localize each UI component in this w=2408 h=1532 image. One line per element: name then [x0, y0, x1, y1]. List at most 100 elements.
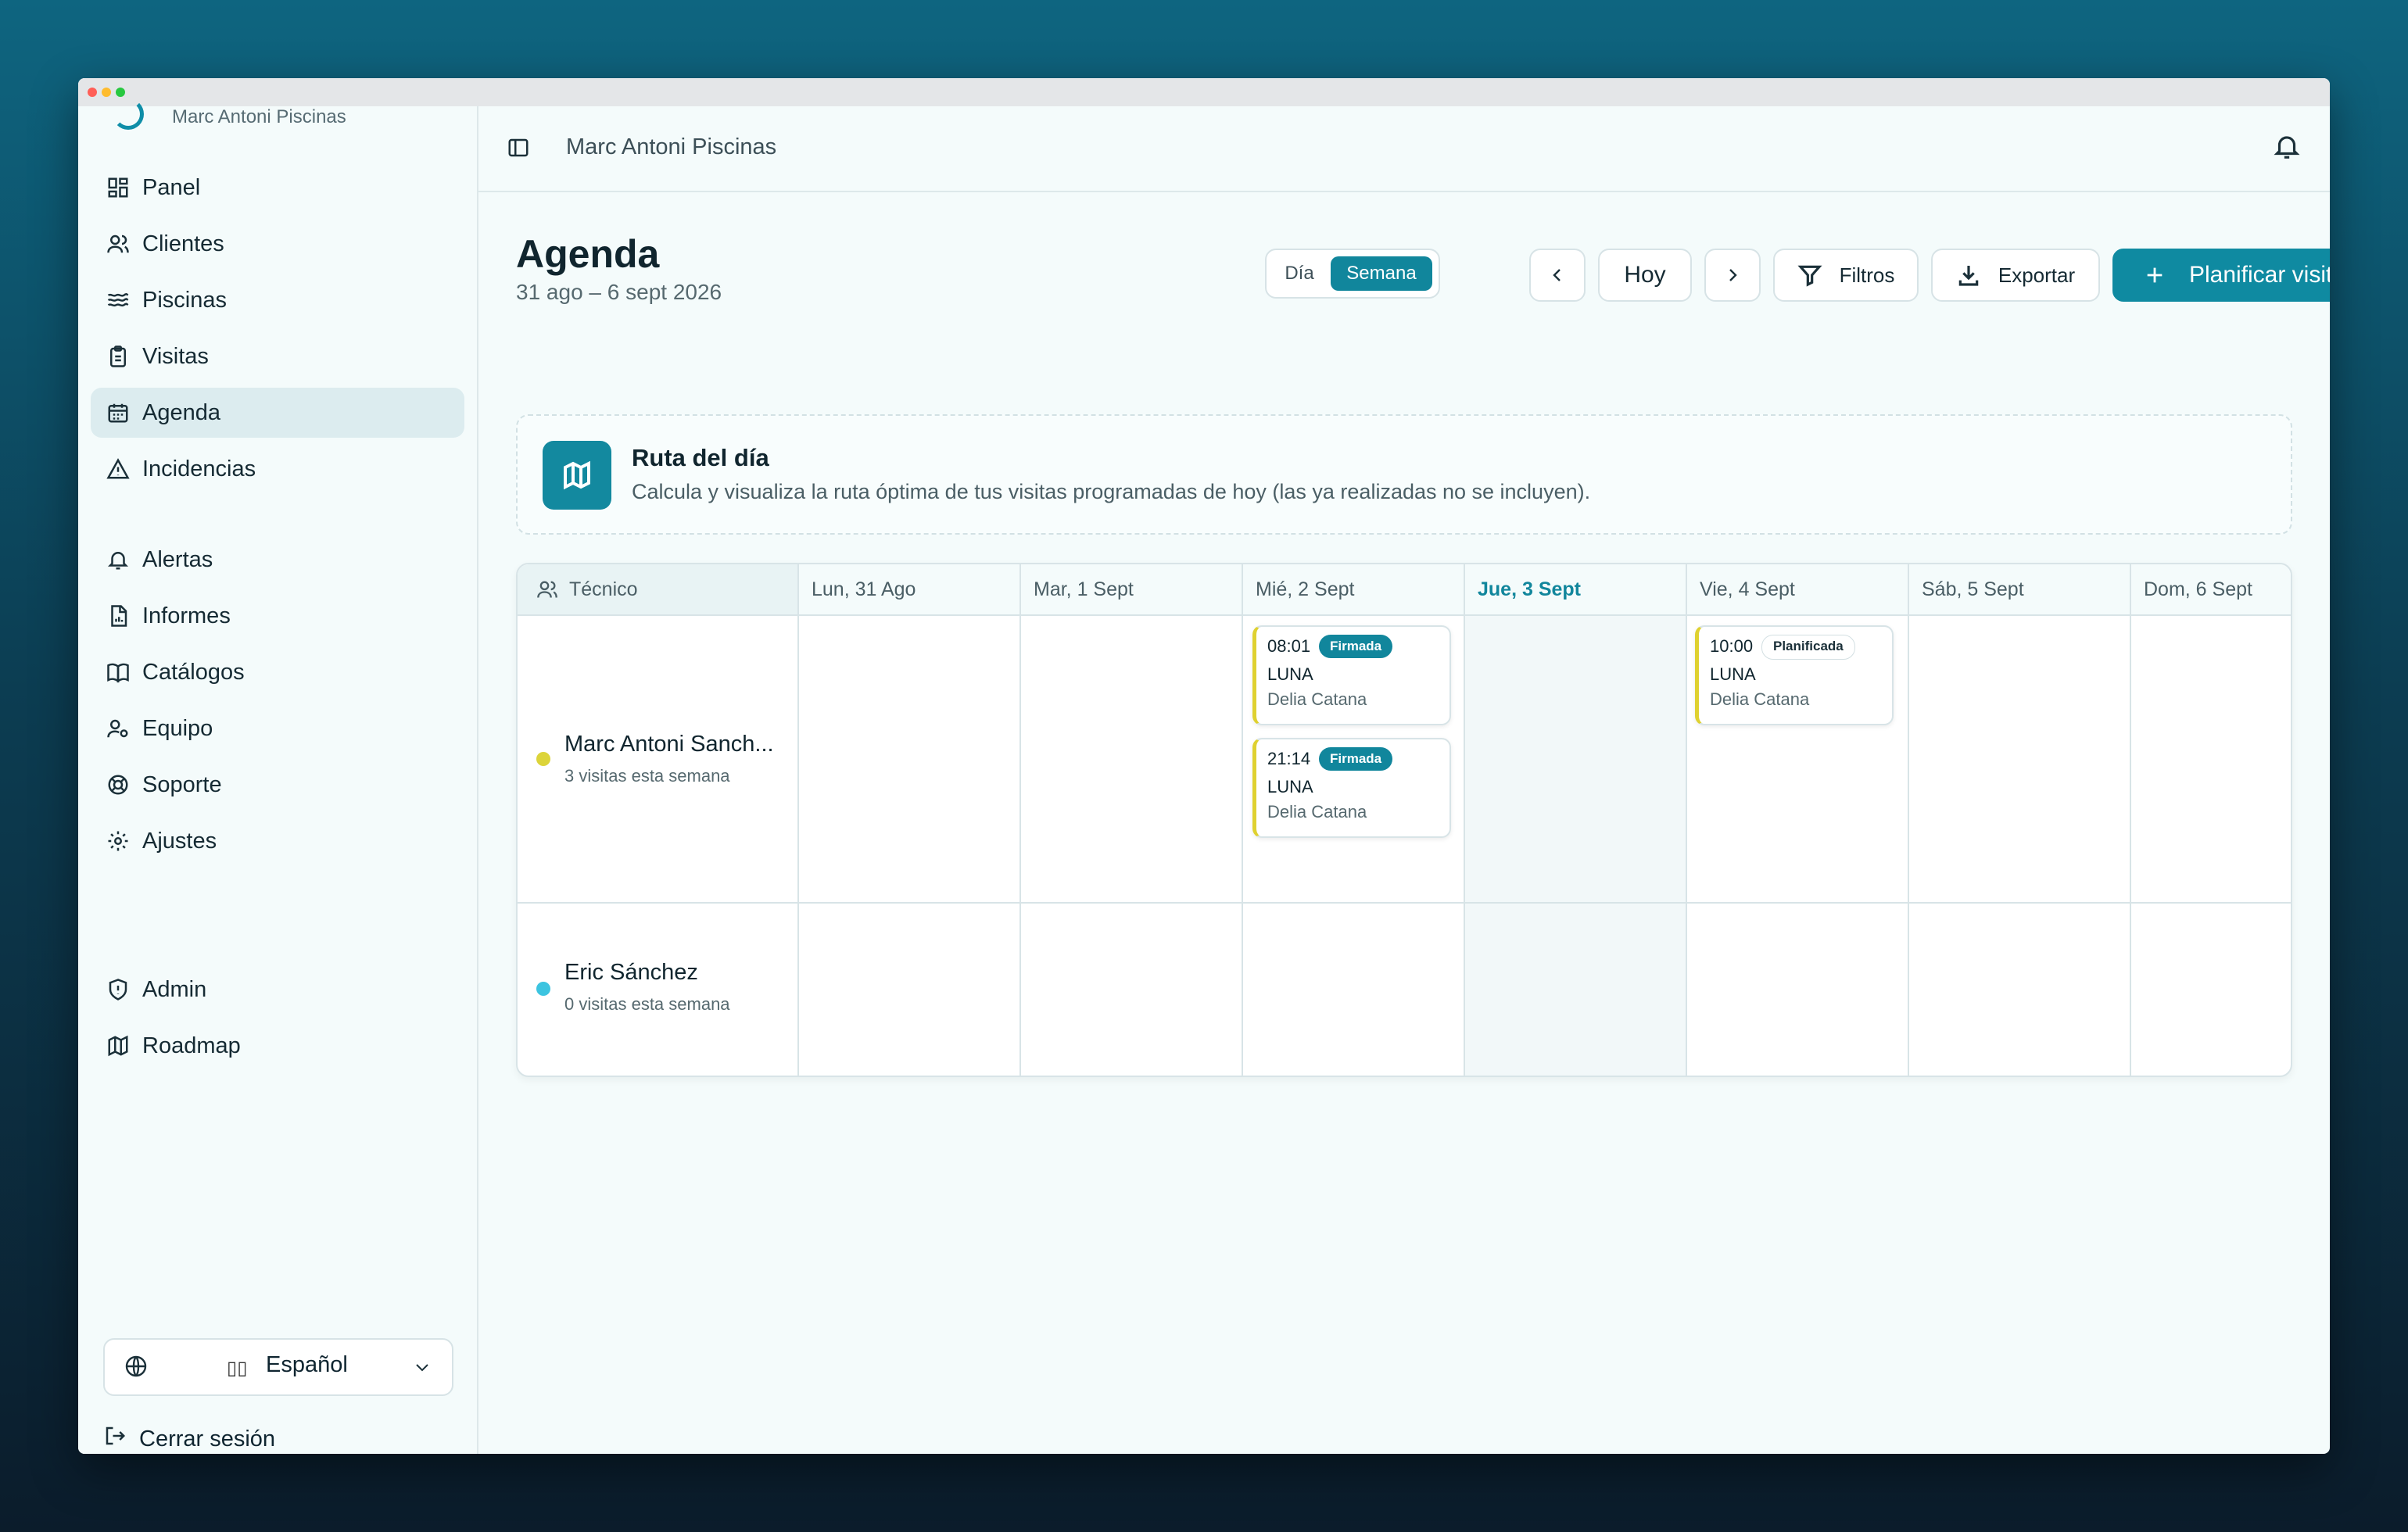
sidebar-item-label: Ajustes	[142, 828, 217, 854]
visit-pool: LUNA	[1267, 777, 1313, 796]
notifications-bell-icon[interactable]	[2272, 131, 2302, 165]
sidebar-item-label: Clientes	[142, 231, 224, 256]
sidebar-item-label: Alertas	[142, 546, 213, 572]
flag-icon: ▯▯	[227, 1358, 248, 1379]
grid-line	[1019, 564, 1021, 1076]
technician-row[interactable]: Marc Antoni Sanch... 3 visitas esta sema…	[518, 614, 797, 902]
shield-icon	[105, 976, 131, 1003]
sidebar-item-label: Equipo	[142, 715, 213, 741]
breadcrumb: Marc Antoni Piscinas	[566, 134, 777, 159]
export-label: Exportar	[1998, 263, 2076, 287]
brand-logo	[113, 98, 144, 130]
visit-client: Delia Catana	[1267, 802, 1367, 821]
sidebar-nav-admin: Admin Roadmap	[91, 965, 464, 1077]
sidebar-item-piscinas[interactable]: Piscinas	[91, 275, 464, 325]
grid-line	[1242, 564, 1243, 1076]
weekly-calendar: Técnico Lun, 31 Ago Mar, 1 Sept Mié, 2 S…	[516, 563, 2292, 1077]
sidebar-item-label: Piscinas	[142, 287, 227, 313]
close-window-button[interactable]	[88, 88, 97, 97]
sidebar-item-incidencias[interactable]: Incidencias	[91, 444, 464, 494]
grid-line	[1464, 564, 1465, 1076]
sidebar-item-label: Panel	[142, 174, 201, 200]
sidebar-item-agenda[interactable]: Agenda	[91, 388, 464, 438]
status-badge: Firmada	[1319, 635, 1393, 658]
report-icon	[105, 603, 131, 629]
sidebar-item-panel[interactable]: Panel	[91, 163, 464, 213]
top-bar: Marc Antoni Piscinas	[478, 106, 2330, 192]
technician-color-dot	[536, 752, 550, 766]
sidebar-item-alertas[interactable]: Alertas	[91, 535, 464, 585]
sidebar-item-ajustes[interactable]: Ajustes	[91, 816, 464, 866]
route-description: Calcula y visualiza la ruta óptima de tu…	[632, 480, 1591, 503]
calendar-icon	[105, 399, 131, 426]
sidebar-item-label: Incidencias	[142, 456, 256, 481]
waves-icon	[105, 287, 131, 313]
calendar-header: Técnico Lun, 31 Ago Mar, 1 Sept Mié, 2 S…	[518, 564, 2291, 616]
sidebar-item-roadmap[interactable]: Roadmap	[91, 1021, 464, 1071]
next-week-button[interactable]	[1704, 249, 1761, 302]
sidebar-item-clientes[interactable]: Clientes	[91, 219, 464, 269]
visit-card[interactable]: 08:01 Firmada LUNA Delia Catana	[1252, 625, 1451, 725]
team-icon	[105, 715, 131, 742]
day-header: Vie, 4 Sept	[1700, 578, 1795, 600]
technician-name: Marc Antoni Sanch...	[564, 732, 774, 757]
view-week-button[interactable]: Semana	[1331, 256, 1432, 291]
date-range: 31 ago – 6 sept 2026	[516, 280, 722, 304]
view-day-button[interactable]: Día	[1274, 256, 1324, 291]
technician-name: Eric Sánchez	[564, 960, 698, 985]
plan-visit-label: Planificar visita	[2188, 262, 2330, 288]
sidebar-item-label: Catálogos	[142, 659, 245, 685]
maximize-window-button[interactable]	[116, 88, 125, 97]
day-header: Mié, 2 Sept	[1256, 578, 1355, 600]
sidebar-item-label: Agenda	[142, 399, 220, 425]
sidebar-item-informes[interactable]: Informes	[91, 591, 464, 641]
visit-pool: LUNA	[1267, 664, 1313, 684]
dashboard-icon	[105, 174, 131, 201]
logout-label: Cerrar sesión	[139, 1426, 276, 1451]
page-title: Agenda	[516, 232, 660, 276]
title-bar	[78, 78, 2330, 106]
today-button[interactable]: Hoy	[1598, 249, 1692, 302]
sidebar-item-soporte[interactable]: Soporte	[91, 760, 464, 810]
filters-button[interactable]: Filtros	[1773, 249, 1919, 302]
sidebar-toggle-icon[interactable]	[507, 136, 530, 163]
language-select[interactable]: ▯▯ Español	[103, 1338, 453, 1396]
view-toggle: Día Semana	[1265, 249, 1440, 299]
sidebar-nav-main: Panel Clientes Piscinas Visitas Agenda I…	[91, 163, 464, 500]
chevron-down-icon	[413, 1357, 432, 1383]
filter-icon	[1797, 265, 1822, 287]
sidebar-item-label: Soporte	[142, 771, 222, 797]
sidebar-item-label: Visitas	[142, 343, 209, 369]
visit-time: 10:00	[1710, 636, 1754, 656]
day-header: Sáb, 5 Sept	[1922, 578, 2024, 600]
sidebar-item-equipo[interactable]: Equipo	[91, 703, 464, 753]
technician-visit-count: 3 visitas esta semana	[564, 766, 730, 786]
today-column	[1464, 614, 1686, 1076]
chevron-right-icon	[1729, 269, 1737, 281]
map-icon	[543, 441, 611, 510]
sidebar-item-catalogos[interactable]: Catálogos	[91, 647, 464, 697]
visit-card[interactable]: 10:00 Planificada LUNA Delia Catana	[1695, 625, 1894, 725]
route-title: Ruta del día	[632, 444, 769, 471]
download-icon	[1958, 266, 1979, 286]
clipboard-icon	[105, 343, 131, 370]
export-button[interactable]: Exportar	[1931, 249, 2100, 302]
visit-time: 21:14	[1267, 749, 1311, 768]
sidebar-item-label: Informes	[142, 603, 231, 628]
sidebar-item-label: Roadmap	[142, 1033, 241, 1058]
visit-client: Delia Catana	[1710, 689, 1810, 709]
minimize-window-button[interactable]	[102, 88, 111, 97]
grid-line	[797, 564, 799, 1076]
sidebar-item-admin[interactable]: Admin	[91, 965, 464, 1015]
day-header: Lun, 31 Ago	[812, 578, 916, 600]
logout-button[interactable]: Cerrar sesión	[103, 1424, 275, 1454]
previous-week-button[interactable]	[1529, 249, 1586, 302]
daily-route-card[interactable]: Ruta del día Calcula y visualiza la ruta…	[516, 414, 2292, 535]
sidebar-item-visitas[interactable]: Visitas	[91, 331, 464, 381]
lifebuoy-icon	[105, 771, 131, 798]
visit-card[interactable]: 21:14 Firmada LUNA Delia Catana	[1252, 738, 1451, 838]
main-content: Agenda 31 ago – 6 sept 2026 Día Semana H…	[478, 192, 2330, 1454]
plan-visit-button[interactable]: Planificar visita	[2112, 249, 2330, 302]
bell-icon	[105, 546, 131, 573]
technician-row[interactable]: Eric Sánchez 0 visitas esta semana	[518, 904, 797, 1076]
